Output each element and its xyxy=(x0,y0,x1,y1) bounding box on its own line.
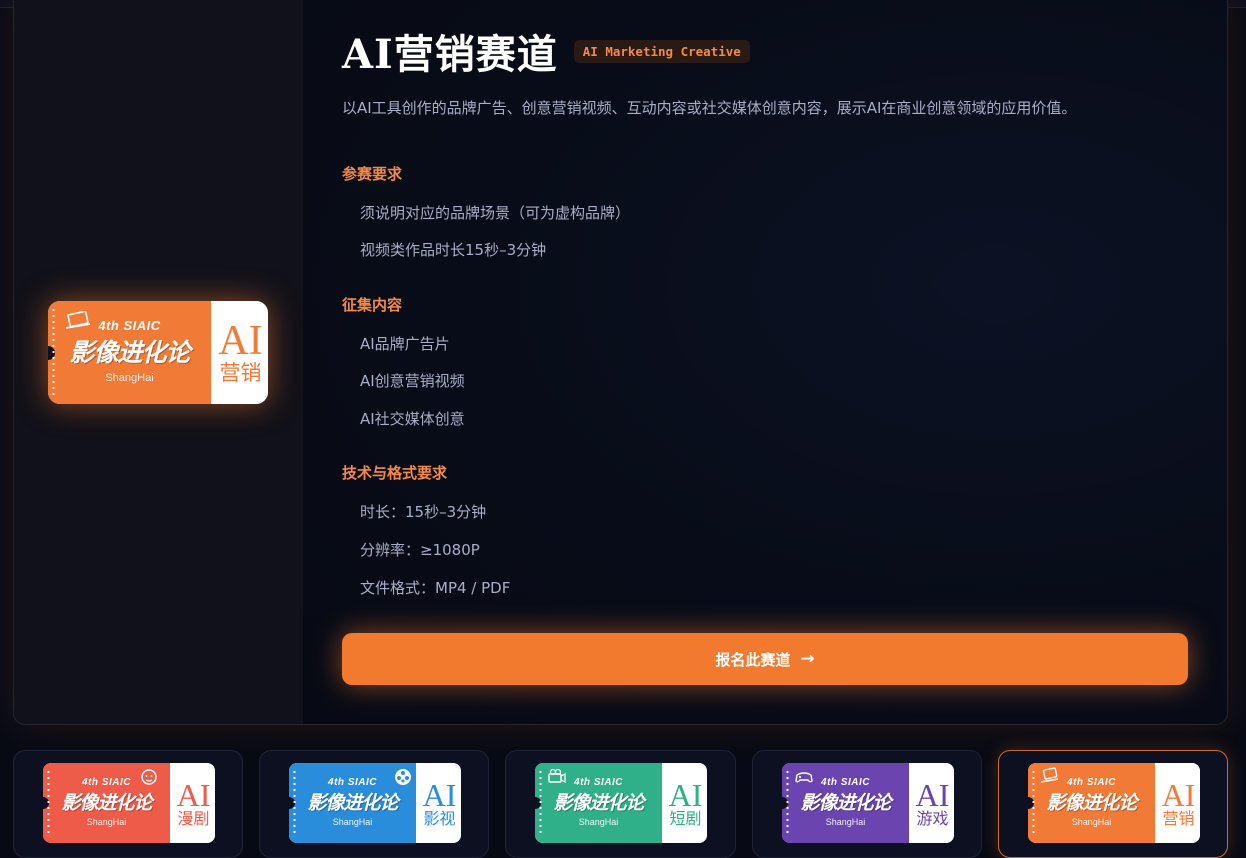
track-ticket-logo: 4th SIAIC 影像进化论 ShangHai AI 游戏 xyxy=(782,763,954,843)
section-title-requirements: 参赛要求 xyxy=(342,165,403,183)
section-title-format: 技术与格式要求 xyxy=(342,464,448,482)
ticket-name: 影像进化论 xyxy=(307,792,398,814)
ticket-category: 营销 xyxy=(1162,808,1195,828)
track-ticket-logo: 4th SIAIC 影像进化论 ShangHai AI 营销 xyxy=(1028,763,1200,843)
list-item: 视频类作品时长15秒–3分钟 xyxy=(360,241,547,259)
ticket-stub: 4th SIAIC 影像进化论 ShangHai xyxy=(48,301,211,404)
ticket-perforation xyxy=(293,769,296,837)
list-item: 文件格式：MP4 / PDF xyxy=(360,579,511,597)
register-track-button[interactable]: 报名此赛道 → xyxy=(342,633,1188,685)
track-card[interactable]: 4th SIAIC 影像进化论 ShangHai AI 营销 xyxy=(998,750,1228,858)
ticket-name: 影像进化论 xyxy=(61,792,152,814)
track-ticket-logo: 4th SIAIC 影像进化论 ShangHai AI 短剧 xyxy=(535,763,707,843)
ticket-edition: 4th SIAIC xyxy=(82,777,131,788)
ticket-category-side: AI 营销 xyxy=(1155,763,1200,843)
ticket-category: 营销 xyxy=(219,361,262,386)
ticket-city: ShangHai xyxy=(825,817,866,827)
ticket-ai-label: AI xyxy=(668,776,703,813)
ticket-edition: 4th SIAIC xyxy=(821,777,870,788)
title-row: AI营销赛道 AI Marketing Creative xyxy=(342,22,750,80)
film-reel-icon xyxy=(395,769,411,785)
laptop-icon xyxy=(65,311,91,329)
ticket-category-side: AI 营销 xyxy=(211,301,268,404)
ticket-stub: 4th SIAIC 影像进化论 ShangHai xyxy=(289,763,416,843)
ticket-category-side: AI 游戏 xyxy=(909,763,954,843)
ticket-name: 影像进化论 xyxy=(553,792,644,814)
ticket-ai-label: AI xyxy=(1161,776,1196,813)
ticket-city: ShangHai xyxy=(578,817,619,827)
ticket-perforation xyxy=(1032,769,1035,837)
ticket-city: ShangHai xyxy=(105,371,154,384)
ticket-stub: 4th SIAIC 影像进化论 ShangHai xyxy=(535,763,662,843)
ticket-edition: 4th SIAIC xyxy=(574,777,623,788)
laptop-icon xyxy=(1040,767,1059,783)
ticket-perforation xyxy=(539,769,542,837)
gamepad-icon xyxy=(795,772,813,783)
ticket-edition: 4th SIAIC xyxy=(328,777,377,788)
list-item: 时长：15秒–3分钟 xyxy=(360,503,487,521)
track-card[interactable]: 4th SIAIC 影像进化论 ShangHai AI 影视 xyxy=(259,750,489,858)
ticket-category-side: AI 漫剧 xyxy=(170,763,215,843)
ticket-category-side: AI 影视 xyxy=(416,763,461,843)
ticket-name: 影像进化论 xyxy=(1046,792,1137,814)
ticket-ai-label: AI xyxy=(915,776,950,813)
ticket-category: 游戏 xyxy=(916,808,949,828)
register-button-label: 报名此赛道 xyxy=(715,650,791,669)
track-ticket-logo: 4th SIAIC 影像进化论 ShangHai AI 漫剧 xyxy=(43,763,215,843)
track-card[interactable]: 4th SIAIC 影像进化论 ShangHai AI 漫剧 xyxy=(13,750,243,858)
ticket-edition: 4th SIAIC xyxy=(98,317,161,333)
english-badge: AI Marketing Creative xyxy=(573,39,750,63)
monkey-icon xyxy=(141,769,157,785)
ticket-perforation xyxy=(786,769,789,837)
ticket-ai-label: AI xyxy=(176,776,211,813)
track-card[interactable]: 4th SIAIC 影像进化论 ShangHai AI 短剧 xyxy=(505,750,736,858)
ticket-city: ShangHai xyxy=(86,817,127,827)
camera-icon xyxy=(548,768,566,784)
ticket-stub: 4th SIAIC 影像进化论 ShangHai xyxy=(782,763,909,843)
ticket-stub: 4th SIAIC 影像进化论 ShangHai xyxy=(1028,763,1155,843)
list-item: AI品牌广告片 xyxy=(360,335,450,353)
ticket-city: ShangHai xyxy=(332,817,373,827)
track-ticket-logo: 4th SIAIC 影像进化论 ShangHai AI 影视 xyxy=(289,763,461,843)
ticket-category: 短剧 xyxy=(669,808,702,828)
ticket-name: 影像进化论 xyxy=(69,337,190,367)
ticket-edition: 4th SIAIC xyxy=(1067,777,1116,788)
ticket-ai-label: AI xyxy=(422,776,457,813)
ticket-category: 漫剧 xyxy=(177,808,210,828)
ticket-name: 影像进化论 xyxy=(800,792,891,814)
arrow-right-icon: → xyxy=(800,649,815,669)
page-title: AI营销赛道 xyxy=(342,31,558,78)
ticket-ai-label: AI xyxy=(218,318,263,365)
ticket-category-side: AI 短剧 xyxy=(662,763,707,843)
track-description: 以AI工具创作的品牌广告、创意营销视频、互动内容或社交媒体创意内容，展示AI在商… xyxy=(342,99,1077,117)
ticket-perforation xyxy=(47,769,50,837)
list-item: AI社交媒体创意 xyxy=(360,410,465,428)
ticket-category: 影视 xyxy=(423,808,456,828)
track-card[interactable]: 4th SIAIC 影像进化论 ShangHai AI 游戏 xyxy=(752,750,982,858)
ticket-perforation xyxy=(52,307,55,398)
ticket-stub: 4th SIAIC 影像进化论 ShangHai xyxy=(43,763,170,843)
list-item: 分辨率：≥1080P xyxy=(360,541,480,559)
ticket-city: ShangHai xyxy=(1071,817,1112,827)
section-title-content: 征集内容 xyxy=(342,296,403,314)
track-ticket-logo: 4th SIAIC 影像进化论 ShangHai AI 营销 xyxy=(48,301,268,404)
list-item: 须说明对应的品牌场景（可为虚构品牌） xyxy=(360,204,631,222)
list-item: AI创意营销视频 xyxy=(360,372,465,390)
